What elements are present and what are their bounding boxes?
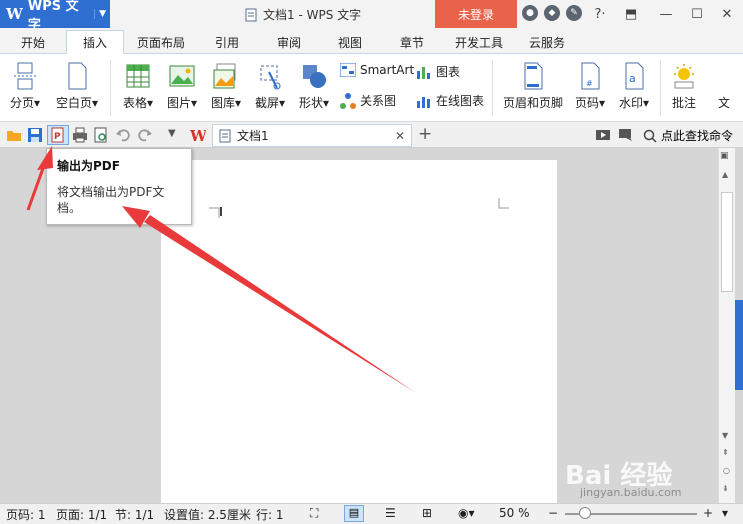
status-page-number: 页码: 1 [6, 508, 46, 522]
arrow-to-tooltip [122, 206, 416, 393]
zoom-arrow-icon[interactable]: ▾ [722, 506, 728, 520]
eye-protection-icon[interactable]: ◉▾ [458, 506, 475, 520]
zoom-out-icon[interactable]: − [548, 506, 558, 520]
zoom-slider-thumb[interactable] [579, 507, 591, 519]
status-line: 行: 1 [256, 508, 284, 522]
status-pages: 页面: 1/1 [56, 508, 108, 522]
web-view-icon[interactable]: ⊞ [422, 506, 432, 520]
page-view-icon[interactable]: ▤ [344, 505, 364, 522]
annotation-arrows [26, 146, 416, 393]
zoom-level: 50 % [499, 506, 530, 520]
baidu-watermark-url: jingyan.baidu.com [580, 486, 682, 499]
status-section: 节: 1/1 [115, 508, 155, 522]
zoom-slider[interactable] [565, 507, 697, 519]
status-setting: 设置值: 2.5厘米 [164, 508, 251, 522]
outline-view-icon[interactable]: ☰ [385, 506, 396, 520]
full-screen-icon[interactable]: ⛶ [310, 506, 318, 521]
zoom-in-icon[interactable]: + [703, 506, 713, 520]
arrow-to-pdf-button [26, 146, 53, 211]
